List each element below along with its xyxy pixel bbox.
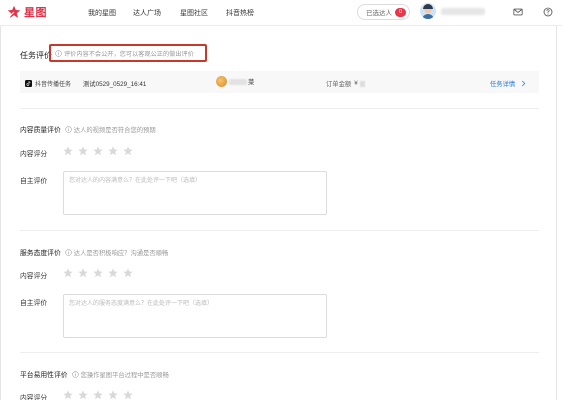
order-amount-label: 订单金额 [326,81,352,88]
star-icon[interactable] [108,146,118,156]
info-icon [65,125,72,133]
info-icon [65,248,72,256]
task-detail-link[interactable]: 任务详情 [490,79,526,88]
task-name: 测试0529_0529_16:41 [83,81,147,88]
service-comment-textarea[interactable]: 您对达人的服务态度满意么？在此处评一下吧（选填） [63,294,327,338]
star-icon[interactable] [123,146,133,156]
service-rating-stars[interactable] [63,268,138,278]
task-platform-label: 抖音传播任务 [35,82,72,88]
left-border [0,26,1,400]
logo-text: 星图 [24,7,47,19]
privacy-notice: 评价内容不会公开，您可以客观公正的做出评价 [49,44,207,62]
creator-name-suffix: 菜 [248,79,255,86]
task-platform: 抖音传播任务 [25,79,71,88]
notice-text: 评价内容不会公开，您可以客观公正的做出评价 [64,50,194,58]
info-icon [55,49,62,57]
content-comment-textarea[interactable]: 您对达人的内容满意么？在此处评一下吧（选填） [63,171,327,215]
service-comment-label: 自主评价 [20,300,48,307]
star-icon[interactable] [78,390,88,400]
username-blurred[interactable] [441,8,485,15]
nav-item-community[interactable]: 星图社区 [180,8,208,18]
right-border [556,26,557,400]
nav-item-douyin-hot[interactable]: 抖音热榜 [226,8,254,18]
avatar[interactable] [420,3,436,19]
star-icon[interactable] [108,268,118,278]
star-icon[interactable] [123,268,133,278]
platform-rating-stars[interactable] [63,390,138,400]
logo[interactable]: 星图 [7,5,47,19]
creator-avatar [216,76,227,87]
divider [20,352,539,353]
selected-creators-label: 已选达人 [366,10,392,17]
creator-name-blurred [229,78,247,85]
platform-score-label: 内容评分 [20,395,48,400]
chevron-right-icon [522,80,526,87]
star-icon[interactable] [123,390,133,400]
task-summary-row: 抖音传播任务 测试0529_0529_16:41 菜 订单金额 ¥ 任务详情 [20,71,539,93]
platform-usability-title: 平台易用性评价 [20,372,68,379]
nav-item-my-xingtu[interactable]: 我的星图 [88,8,116,18]
task-detail-label: 任务详情 [490,81,516,88]
service-attitude-hint: 达人是否积极响应？沟通是否顺畅 [65,248,168,257]
order-amount-value: ¥ [354,80,358,87]
douyin-icon [25,80,32,87]
help-icon[interactable] [543,7,553,17]
service-attitude-title: 服务态度评价 [20,250,61,257]
service-score-label: 内容评分 [20,273,48,280]
content-quality-hint: 达人的视频是否符合您的预期 [65,125,156,134]
order-amount: 订单金额 ¥ [326,79,365,88]
platform-usability-hint: 您操作星图平台过程中是否顺畅 [71,370,169,379]
star-icon[interactable] [63,146,73,156]
service-attitude-section-title: 服务态度评价 达人是否积极响应？沟通是否顺畅 [20,247,168,257]
divider [20,230,539,231]
platform-usability-section-title: 平台易用性评价 您操作星图平台过程中是否顺畅 [20,369,169,379]
creator-info: 菜 [216,76,254,87]
star-icon[interactable] [108,390,118,400]
star-icon[interactable] [63,390,73,400]
page-title: 任务评价 [20,51,52,60]
content-rating-stars[interactable] [63,146,138,156]
star-icon[interactable] [78,268,88,278]
content-comment-label: 自主评价 [20,178,48,185]
star-logo-icon [7,5,21,18]
service-attitude-hint-text: 达人是否积极响应？沟通是否顺畅 [73,249,169,257]
selected-creators-button[interactable]: 已选达人 0 [357,4,410,20]
content-quality-section-title: 内容质量评价 达人的视频是否符合您的预期 [20,124,156,134]
star-icon[interactable] [93,390,103,400]
nav-item-creator-plaza[interactable]: 达人广场 [133,8,161,18]
order-amount-blurred [359,80,365,87]
content-score-label: 内容评分 [20,151,48,158]
content-quality-hint-text: 达人的视频是否符合您的预期 [73,126,156,134]
star-icon[interactable] [63,268,73,278]
selected-count-badge: 0 [395,7,407,17]
divider [20,108,539,109]
star-icon[interactable] [93,268,103,278]
mail-icon[interactable] [513,7,523,17]
info-icon [71,370,79,378]
content-quality-title: 内容质量评价 [20,127,61,134]
star-icon[interactable] [93,146,103,156]
platform-usability-hint-text: 您操作星图平台过程中是否顺畅 [80,371,169,379]
top-navigation-bar: 星图 我的星图 达人广场 星图社区 抖音热榜 已选达人 0 [0,0,562,26]
star-icon[interactable] [78,146,88,156]
